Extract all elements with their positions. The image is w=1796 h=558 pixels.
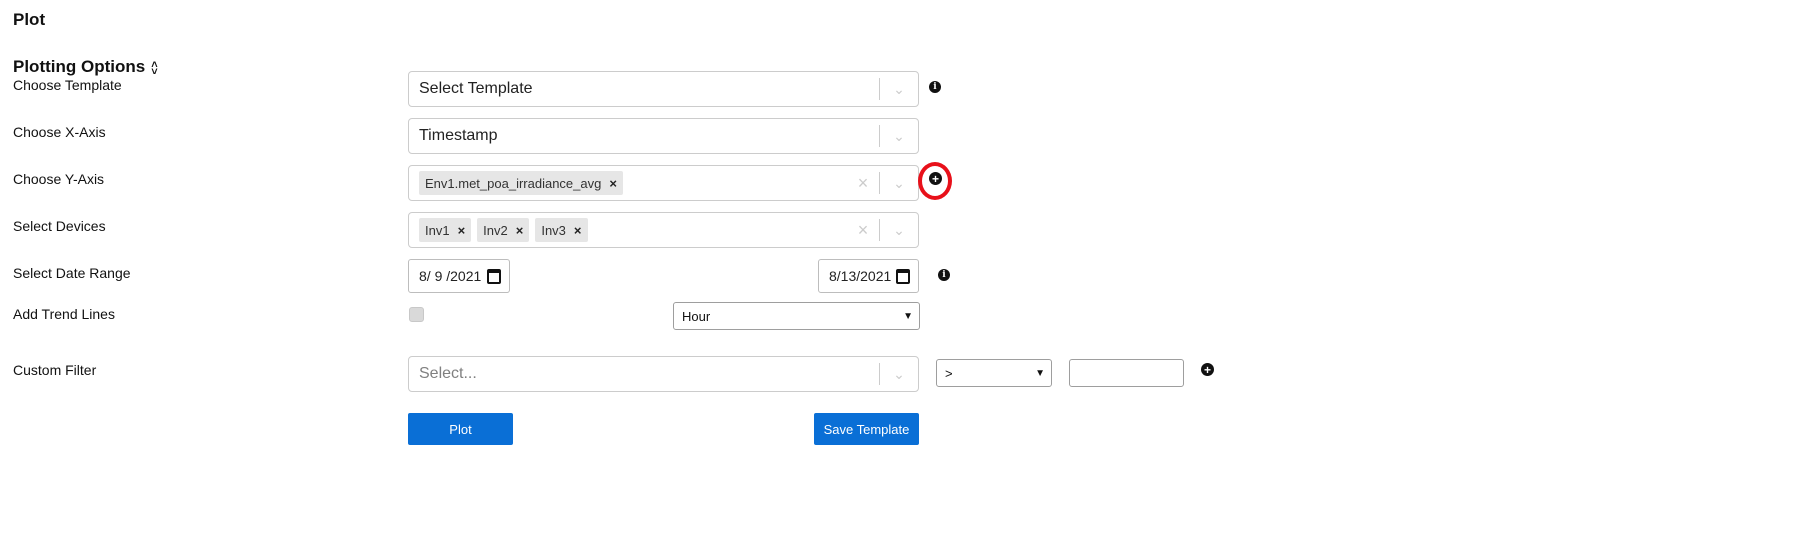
template-select[interactable]: Select Template ⌄ <box>408 71 919 107</box>
label-choose-template: Choose Template <box>13 77 122 93</box>
end-date-value: 8/13/2021 <box>829 268 892 284</box>
trend-lines-checkbox[interactable] <box>409 307 424 322</box>
chevron-down-icon[interactable]: ⌄ <box>880 366 918 383</box>
remove-chip-icon[interactable]: × <box>456 223 472 238</box>
devices-chips: Inv1 × Inv2 × Inv3 × <box>409 218 847 242</box>
remove-chip-icon[interactable]: × <box>607 176 623 191</box>
label-select-devices: Select Devices <box>13 218 106 234</box>
calendar-icon[interactable] <box>896 268 910 284</box>
remove-chip-icon[interactable]: × <box>514 223 530 238</box>
add-filter-plus-icon[interactable]: + <box>1201 363 1214 376</box>
start-date-value: 8/ 9 /2021 <box>419 268 482 284</box>
chevron-down-icon[interactable]: ⌄ <box>880 175 918 192</box>
label-choose-x-axis: Choose X-Axis <box>13 124 106 140</box>
y-axis-chip: Env1.met_poa_irradiance_avg × <box>419 171 623 195</box>
page-title: Plot <box>13 10 46 29</box>
calendar-icon[interactable] <box>487 268 501 284</box>
device-chip: Inv2 × <box>477 218 530 242</box>
x-axis-select-value: Timestamp <box>419 127 498 144</box>
chevron-down-icon[interactable]: ⌄ <box>880 222 918 239</box>
filter-value-input[interactable] <box>1069 359 1184 387</box>
remove-chip-icon[interactable]: × <box>572 223 588 238</box>
end-date-input[interactable]: 8/13/2021 <box>818 259 919 293</box>
collapse-chevrons-icon[interactable]: ˄ ˅ <box>151 60 157 78</box>
info-icon[interactable]: i <box>938 269 950 281</box>
device-chip: Inv3 × <box>535 218 588 242</box>
x-axis-select[interactable]: Timestamp ⌄ <box>408 118 919 154</box>
plotting-options-header[interactable]: Plotting Options ˄ ˅ <box>13 57 158 78</box>
info-icon[interactable]: i <box>929 81 941 93</box>
filter-operator-select[interactable]: > ▼ <box>936 359 1052 387</box>
chevron-down-icon[interactable]: ⌄ <box>880 81 918 98</box>
label-choose-y-axis: Choose Y-Axis <box>13 171 105 187</box>
chevron-down-icon[interactable]: ⌄ <box>880 128 918 145</box>
chevron-down-icon: ▼ <box>903 310 913 322</box>
label-custom-filter: Custom Filter <box>13 362 97 378</box>
filter-operator-value: > <box>945 365 953 381</box>
chip-label: Inv1 <box>425 222 450 238</box>
save-template-button[interactable]: Save Template <box>814 413 919 445</box>
custom-filter-select[interactable]: Select... ⌄ <box>408 356 919 392</box>
trend-interval-value: Hour <box>682 308 711 324</box>
trend-interval-select[interactable]: Hour ▼ <box>673 302 920 330</box>
label-select-date-range: Select Date Range <box>13 265 131 281</box>
clear-x-icon[interactable]: × <box>847 220 879 241</box>
chip-label: Env1.met_poa_irradiance_avg <box>425 175 602 191</box>
custom-filter-placeholder: Select... <box>419 365 477 382</box>
label-add-trend-lines: Add Trend Lines <box>13 306 115 322</box>
devices-select[interactable]: Inv1 × Inv2 × Inv3 × × ⌄ <box>408 212 919 248</box>
chip-label: Inv3 <box>541 222 566 238</box>
device-chip: Inv1 × <box>419 218 472 242</box>
plot-button[interactable]: Plot <box>408 413 513 445</box>
start-date-input[interactable]: 8/ 9 /2021 <box>408 259 510 293</box>
section-title: Plotting Options <box>13 57 146 76</box>
highlight-circle <box>918 162 952 200</box>
chip-label: Inv2 <box>483 222 508 238</box>
clear-x-icon[interactable]: × <box>847 173 879 194</box>
y-axis-select[interactable]: Env1.met_poa_irradiance_avg × × ⌄ <box>408 165 919 201</box>
chevron-down-icon: ▼ <box>1035 367 1045 379</box>
template-select-value: Select Template <box>419 80 533 97</box>
y-axis-chips: Env1.met_poa_irradiance_avg × <box>409 171 847 195</box>
